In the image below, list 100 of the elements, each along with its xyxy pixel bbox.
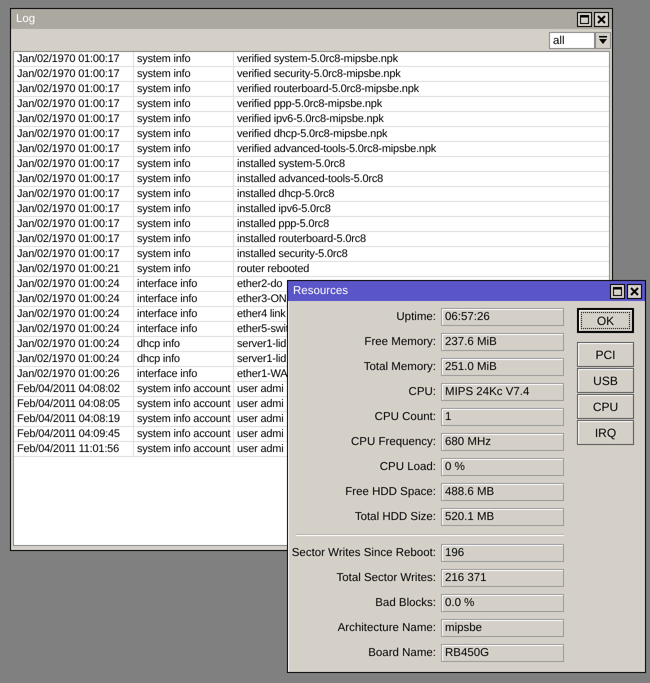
table-cell: server1-lid — [237, 353, 286, 365]
table-cell: system info — [137, 128, 190, 140]
table-cell: router rebooted — [237, 263, 310, 275]
table-cell: Feb/04/2011 04:08:02 — [17, 383, 120, 395]
table-cell: Jan/02/1970 01:00:17 — [17, 248, 120, 260]
table-cell: Jan/02/1970 01:00:24 — [17, 278, 120, 290]
table-cell: ether4 link — [237, 308, 286, 320]
table-cell: verified dhcp-5.0rc8-mipsbe.npk — [237, 128, 388, 140]
table-cell: interface info — [137, 278, 198, 290]
table-cell: user admi — [237, 383, 284, 395]
window-title: Resources — [293, 285, 348, 297]
field-label: CPU Count: — [374, 411, 436, 423]
table-cell: ether2-do — [237, 278, 282, 290]
table-cell: system info account — [137, 398, 230, 410]
table-cell: system info — [137, 113, 190, 125]
field-label: Free Memory: — [364, 336, 436, 348]
filter-dropdown[interactable]: all — [549, 32, 595, 49]
field-label: Board Name: — [368, 647, 436, 659]
table-cell: system info — [137, 248, 190, 260]
value-field: 216 371 — [441, 569, 564, 587]
table-cell: Jan/02/1970 01:00:17 — [17, 218, 120, 230]
value-field: 237.6 MiB — [441, 333, 564, 351]
table-cell: verified ipv6-5.0rc8-mipsbe.npk — [237, 113, 384, 125]
table-cell: system info — [137, 83, 190, 95]
table-cell: installed system-5.0rc8 — [237, 158, 345, 170]
value-field: RB450G — [441, 644, 564, 662]
table-cell: Jan/02/1970 01:00:17 — [17, 68, 120, 80]
field-label: Bad Blocks: — [375, 597, 436, 609]
table-cell: system info — [137, 143, 190, 155]
value-field: 251.0 MiB — [441, 358, 564, 376]
value-field: 196 — [441, 544, 564, 562]
field-label: Total Sector Writes: — [336, 572, 436, 584]
table-cell: interface info — [137, 293, 198, 305]
table-cell: Jan/02/1970 01:00:17 — [17, 173, 120, 185]
maximize-icon[interactable] — [577, 12, 592, 26]
table-cell: system info — [137, 68, 190, 80]
table-cell: Jan/02/1970 01:00:17 — [17, 233, 120, 245]
dialog-button[interactable]: PCI — [577, 342, 634, 367]
close-icon[interactable] — [594, 12, 609, 26]
table-cell: system info — [137, 188, 190, 200]
table-cell: installed ppp-5.0rc8 — [237, 218, 330, 230]
field-label: CPU Frequency: — [350, 436, 436, 448]
table-cell: Jan/02/1970 01:00:24 — [17, 353, 120, 365]
table-cell: Jan/02/1970 01:00:17 — [17, 128, 120, 140]
dialog-button[interactable]: CPU — [577, 394, 634, 419]
table-cell: Jan/02/1970 01:00:17 — [17, 158, 120, 170]
close-icon[interactable] — [627, 284, 642, 298]
table-cell: system info — [137, 53, 190, 65]
field-label: CPU Load: — [380, 461, 436, 473]
table-cell: ether1-WA — [237, 368, 288, 380]
table-cell: Jan/02/1970 01:00:21 — [17, 263, 120, 275]
table-cell: Jan/02/1970 01:00:17 — [17, 83, 120, 95]
table-cell: system info — [137, 98, 190, 110]
table-cell: Feb/04/2011 04:08:19 — [17, 413, 120, 425]
table-cell: Feb/04/2011 11:01:56 — [17, 443, 120, 455]
value-field: 1 — [441, 408, 564, 426]
value-field: 520.1 MB — [441, 508, 564, 526]
table-cell: installed advanced-tools-5.0rc8 — [237, 173, 384, 185]
dialog-button[interactable]: OK — [577, 308, 634, 333]
table-cell: interface info — [137, 308, 198, 320]
table-cell: Jan/02/1970 01:00:26 — [17, 368, 120, 380]
table-cell: user admi — [237, 398, 284, 410]
table-cell: system info account — [137, 413, 230, 425]
table-cell: verified system-5.0rc8-mipsbe.npk — [237, 53, 398, 65]
table-cell: ether5-swit — [237, 323, 289, 335]
table-cell: Jan/02/1970 01:00:17 — [17, 203, 120, 215]
table-cell: user admi — [237, 413, 284, 425]
table-cell: system info account — [137, 383, 230, 395]
window-title: Log — [16, 13, 36, 25]
field-label: Free HDD Space: — [345, 486, 436, 498]
table-cell: system info account — [137, 428, 230, 440]
value-field: 680 MHz — [441, 433, 564, 451]
value-field: MIPS 24Kc V7.4 — [441, 383, 564, 401]
field-label: Total HDD Size: — [354, 511, 436, 523]
field-label: Sector Writes Since Reboot: — [292, 547, 436, 559]
table-cell: installed ipv6-5.0rc8 — [237, 203, 331, 215]
table-cell: verified ppp-5.0rc8-mipsbe.npk — [237, 98, 382, 110]
table-cell: system info — [137, 263, 190, 275]
field-label: CPU: — [408, 386, 436, 398]
table-cell: verified advanced-tools-5.0rc8-mipsbe.npk — [237, 143, 436, 155]
table-cell: system info — [137, 173, 190, 185]
dialog-button[interactable]: USB — [577, 368, 634, 393]
table-cell: Jan/02/1970 01:00:24 — [17, 308, 120, 320]
table-cell: Jan/02/1970 01:00:17 — [17, 188, 120, 200]
table-cell: installed dhcp-5.0rc8 — [237, 188, 334, 200]
table-cell: Jan/02/1970 01:00:17 — [17, 143, 120, 155]
table-cell: system info — [137, 233, 190, 245]
table-cell: server1-lid — [237, 338, 286, 350]
table-cell: Feb/04/2011 04:09:45 — [17, 428, 120, 440]
value-field: 0 % — [441, 458, 564, 476]
table-cell: Jan/02/1970 01:00:17 — [17, 53, 120, 65]
value-field: 0.0 % — [441, 594, 564, 612]
table-cell: verified security-5.0rc8-mipsbe.npk — [237, 68, 401, 80]
value-field: mipsbe — [441, 619, 564, 637]
dialog-button[interactable]: IRQ — [577, 420, 634, 445]
field-label: Uptime: — [396, 311, 436, 323]
maximize-icon[interactable] — [610, 284, 625, 298]
table-cell: interface info — [137, 368, 198, 380]
table-cell: Jan/02/1970 01:00:24 — [17, 323, 120, 335]
table-cell: interface info — [137, 323, 198, 335]
